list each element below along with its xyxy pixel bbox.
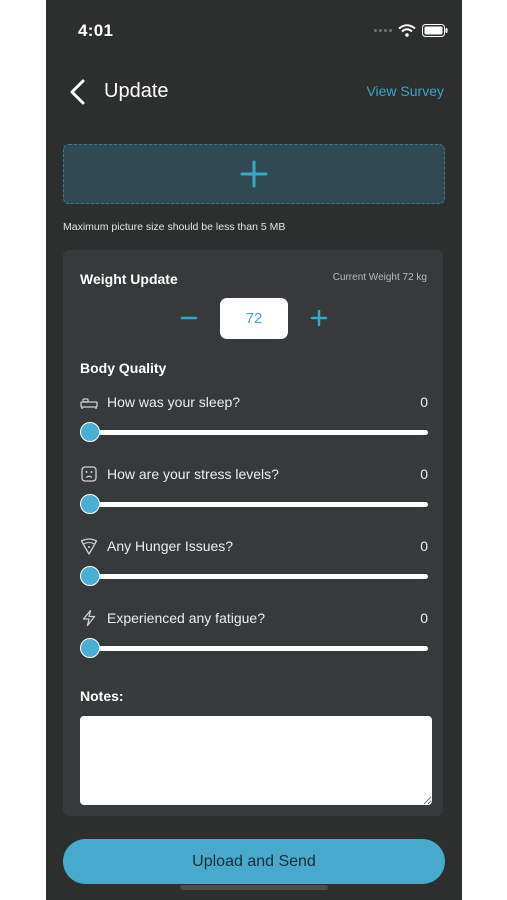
increase-weight-button[interactable] bbox=[309, 308, 329, 328]
slider-thumb[interactable] bbox=[80, 638, 100, 658]
weight-input[interactable]: 72 bbox=[220, 298, 288, 339]
stress-question-label: How are your stress levels? bbox=[107, 466, 279, 482]
stress-face-icon bbox=[81, 466, 97, 482]
view-survey-link[interactable]: View Survey bbox=[366, 83, 444, 99]
max-size-note: Maximum picture size should be less than… bbox=[63, 221, 286, 233]
sleep-slider[interactable] bbox=[80, 421, 428, 445]
slider-thumb[interactable] bbox=[80, 566, 100, 586]
slider-track bbox=[80, 430, 428, 435]
app-screen: 4:01 Update View Survey Maximum picture … bbox=[46, 0, 462, 900]
current-weight: Current Weight 72 kg bbox=[332, 272, 427, 283]
slider-track bbox=[80, 502, 428, 507]
fatigue-question-label: Experienced any fatigue? bbox=[107, 610, 265, 626]
fatigue-slider[interactable] bbox=[80, 637, 428, 661]
slider-track bbox=[80, 574, 428, 579]
slider-thumb[interactable] bbox=[80, 422, 100, 442]
pizza-icon bbox=[80, 538, 98, 555]
home-indicator bbox=[180, 885, 328, 890]
plus-icon bbox=[240, 160, 268, 188]
bed-icon bbox=[80, 398, 98, 409]
signal-icon bbox=[374, 29, 392, 32]
decrease-weight-button[interactable] bbox=[179, 308, 199, 328]
upload-and-send-button[interactable]: Upload and Send bbox=[63, 839, 445, 884]
status-time: 4:01 bbox=[78, 21, 114, 40]
hunger-slider[interactable] bbox=[80, 565, 428, 589]
status-icons bbox=[374, 24, 448, 37]
slider-track bbox=[80, 646, 428, 651]
stress-slider[interactable] bbox=[80, 493, 428, 517]
weight-update-label: Weight Update bbox=[80, 271, 178, 287]
update-card: Weight Update Current Weight 72 kg 72 Bo… bbox=[63, 250, 443, 816]
sleep-value: 0 bbox=[420, 394, 428, 410]
back-chevron-icon[interactable] bbox=[66, 78, 90, 106]
slider-thumb[interactable] bbox=[80, 494, 100, 514]
battery-icon bbox=[422, 24, 448, 37]
lightning-icon bbox=[82, 609, 96, 627]
body-quality-heading: Body Quality bbox=[80, 360, 167, 376]
hunger-value: 0 bbox=[420, 538, 428, 554]
notes-label: Notes: bbox=[80, 688, 124, 704]
sleep-question-label: How was your sleep? bbox=[107, 394, 241, 410]
wifi-icon bbox=[398, 24, 416, 37]
add-picture-button[interactable] bbox=[63, 144, 445, 204]
notes-input[interactable] bbox=[80, 716, 432, 805]
fatigue-value: 0 bbox=[420, 610, 428, 626]
page-title: Update bbox=[104, 80, 169, 102]
hunger-question-label: Any Hunger Issues? bbox=[107, 538, 234, 554]
stress-value: 0 bbox=[420, 466, 428, 482]
